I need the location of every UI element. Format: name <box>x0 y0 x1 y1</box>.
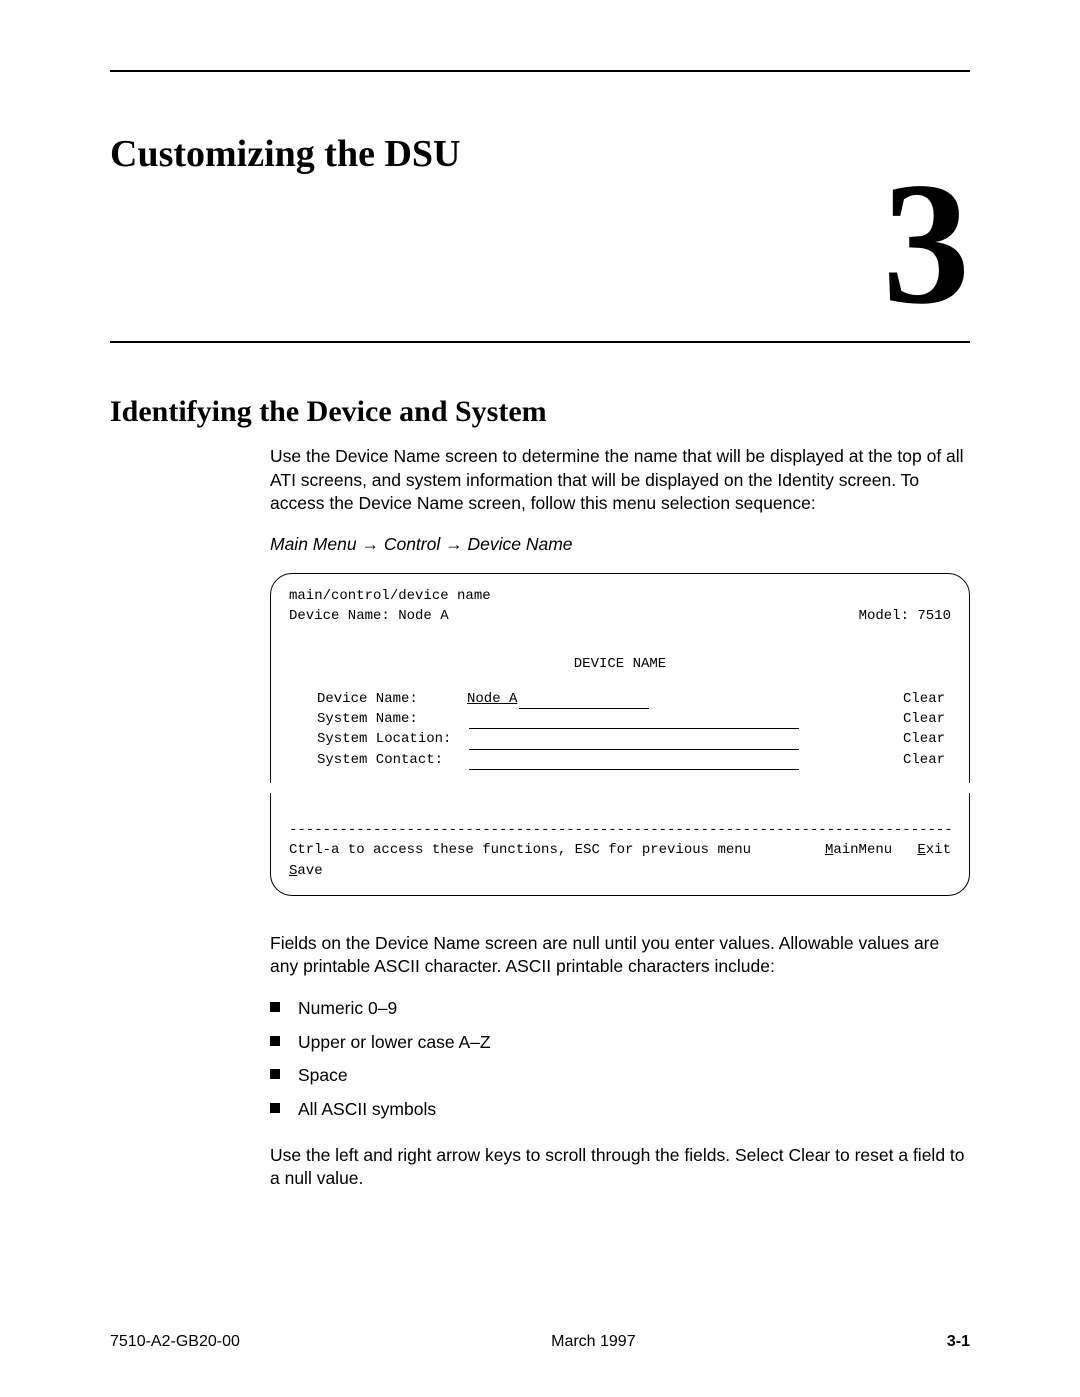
clear-button[interactable]: Clear <box>891 689 951 709</box>
exit-u: E <box>917 842 925 858</box>
after-terminal-paragraph: Fields on the Device Name screen are nul… <box>270 932 970 979</box>
terminal-field-label: System Name: <box>317 709 467 729</box>
save-rest: ave <box>297 863 322 879</box>
terminal-divider: ----------------------------------------… <box>289 820 951 840</box>
exit-link[interactable]: Exit <box>917 842 951 858</box>
terminal-title: DEVICE NAME <box>289 654 951 674</box>
mid-rule <box>110 341 970 343</box>
terminal-field-label: System Location: <box>317 729 467 749</box>
clear-button[interactable]: Clear <box>891 729 951 749</box>
terminal-field-label: Device Name: <box>317 689 467 709</box>
arrow-icon: → <box>361 534 379 554</box>
closing-paragraph: Use the left and right arrow keys to scr… <box>270 1144 970 1191</box>
terminal-field-value[interactable] <box>467 729 891 749</box>
intro-paragraph: Use the Device Name screen to determine … <box>270 445 970 516</box>
terminal-footer: Ctrl-a to access these functions, ESC fo… <box>289 840 951 860</box>
page: Customizing the DSU 3 Identifying the De… <box>0 0 1080 1397</box>
underline <box>469 769 799 770</box>
save-link[interactable]: Save <box>289 861 951 881</box>
list-item: Numeric 0–9 <box>270 997 970 1021</box>
terminal-field-value[interactable]: Node A <box>467 689 891 709</box>
terminal-field-value-text: Node A <box>467 691 517 707</box>
top-rule <box>110 70 970 72</box>
bullet-list: Numeric 0–9 Upper or lower case A–Z Spac… <box>270 997 970 1122</box>
mainmenu-rest: ainMenu <box>833 842 892 858</box>
menu-path-seg-2: Device Name <box>468 534 573 554</box>
terminal-screen: main/control/device name Device Name: No… <box>270 573 970 896</box>
list-item: Upper or lower case A–Z <box>270 1031 970 1055</box>
terminal-model: Model: 7510 <box>859 606 951 626</box>
terminal-row: System Location: Clear <box>317 729 951 749</box>
menu-path-text: Main Menu → Control → Device Name <box>270 534 573 554</box>
chapter-number: 3 <box>110 156 970 331</box>
menu-path-seg-1: Control <box>384 534 440 554</box>
arrow-icon: → <box>445 534 463 554</box>
list-item: Space <box>270 1064 970 1088</box>
footer-page-number: 3-1 <box>947 1333 970 1351</box>
exit-rest: xit <box>926 842 951 858</box>
terminal-footer-hint: Ctrl-a to access these functions, ESC fo… <box>289 840 751 860</box>
terminal-device-line: Device Name: Node A <box>289 606 449 626</box>
footer-date: March 1997 <box>551 1333 636 1351</box>
terminal-row: Device Name: Node A Clear <box>317 689 951 709</box>
menu-path-seg-0: Main Menu <box>270 534 357 554</box>
menu-path: Main Menu → Control → Device Name <box>270 534 970 555</box>
mainmenu-link[interactable]: MainMenu <box>825 842 892 858</box>
terminal-header: Device Name: Node A Model: 7510 <box>289 606 951 626</box>
list-item: All ASCII symbols <box>270 1098 970 1122</box>
page-footer: 7510-A2-GB20-00 March 1997 3-1 <box>110 1333 970 1351</box>
terminal-row: System Contact: Clear <box>317 750 951 770</box>
terminal-field-value[interactable] <box>467 709 891 729</box>
section-title: Identifying the Device and System <box>110 395 970 429</box>
terminal-field-value[interactable] <box>467 750 891 770</box>
footer-doc-id: 7510-A2-GB20-00 <box>110 1333 240 1351</box>
clear-button[interactable]: Clear <box>891 709 951 729</box>
terminal-footer-right: MainMenu Exit <box>825 840 951 860</box>
clear-button[interactable]: Clear <box>891 750 951 770</box>
terminal-breadcrumb: main/control/device name <box>289 586 951 606</box>
terminal-field-label: System Contact: <box>317 750 467 770</box>
terminal-row: System Name: Clear <box>317 709 951 729</box>
terminal-fields: Device Name: Node A Clear System Name: C… <box>289 689 951 770</box>
